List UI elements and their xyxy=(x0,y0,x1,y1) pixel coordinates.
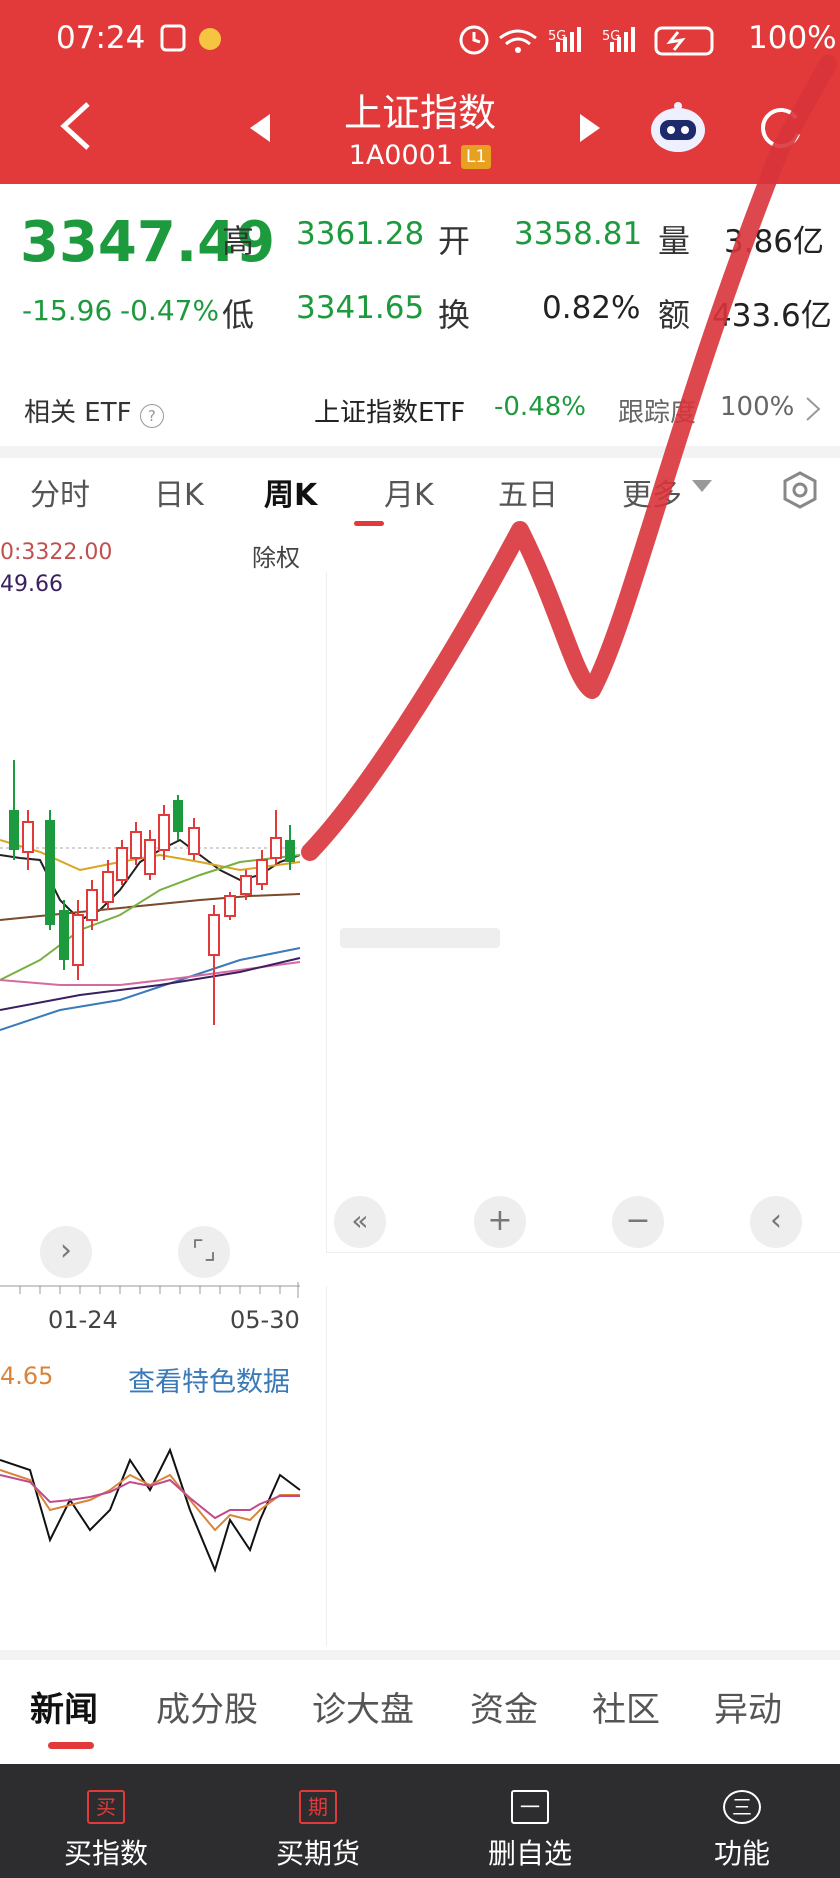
functions-button[interactable]: 三 功能 xyxy=(672,1790,812,1872)
news-tab-indicator xyxy=(48,1742,94,1749)
remove-watchlist-label: 删自选 xyxy=(487,1837,572,1870)
buy-index-button[interactable]: 买 买指数 xyxy=(36,1790,176,1872)
tab-constituents[interactable]: 成分股 xyxy=(156,1682,258,1731)
remove-watchlist-button[interactable]: 一 删自选 xyxy=(460,1790,600,1872)
buy-index-label: 买指数 xyxy=(63,1837,148,1870)
buy-futures-label: 买期货 xyxy=(275,1837,360,1870)
hand-drawn-arrow-stroke xyxy=(301,55,837,861)
tab-market-diagnosis[interactable]: 诊大盘 xyxy=(312,1682,414,1731)
tab-anomalies[interactable]: 异动 xyxy=(714,1682,782,1731)
minus-box-icon: 一 xyxy=(511,1790,549,1824)
futures-icon: 期 xyxy=(299,1790,337,1824)
buy-futures-button[interactable]: 期 买期货 xyxy=(248,1790,388,1872)
tab-community[interactable]: 社区 xyxy=(592,1682,660,1731)
menu-circle-icon: 三 xyxy=(723,1790,761,1824)
tab-funds[interactable]: 资金 xyxy=(470,1682,538,1731)
section-divider-2 xyxy=(0,1650,840,1660)
buy-icon: 买 xyxy=(87,1790,125,1824)
functions-label: 功能 xyxy=(713,1837,770,1870)
tab-news[interactable]: 新闻 xyxy=(30,1682,98,1731)
